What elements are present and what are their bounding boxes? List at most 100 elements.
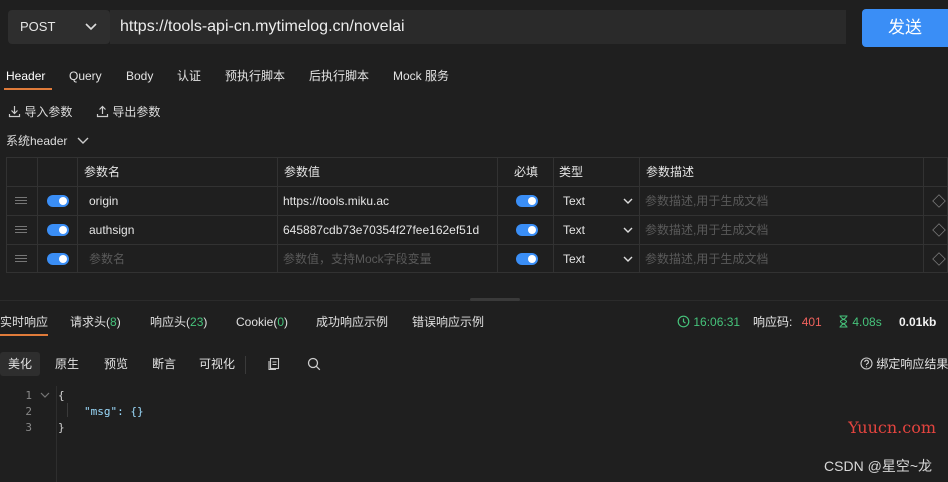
- status-code: 响应码: 401: [753, 312, 822, 332]
- chevron-down-icon: [623, 227, 633, 233]
- tab-pre-script[interactable]: 预执行脚本: [225, 64, 285, 88]
- type-select[interactable]: Text: [563, 187, 635, 215]
- code-line: }: [58, 421, 65, 434]
- request-headers-count: 8: [110, 315, 117, 329]
- response-headers-count: 23: [190, 315, 204, 329]
- request-tabs: Header Query Body 认证 预执行脚本 后执行脚本 Mock 服务: [0, 64, 948, 92]
- required-toggle[interactable]: [516, 253, 538, 265]
- tab-mock[interactable]: Mock 服务: [393, 64, 449, 88]
- copy-icon[interactable]: [267, 357, 281, 371]
- enable-toggle[interactable]: [47, 195, 69, 207]
- chevron-down-icon: [84, 10, 98, 44]
- tab-response-headers[interactable]: 响应头(23): [150, 312, 207, 332]
- chevron-down-icon: [623, 256, 633, 262]
- send-button[interactable]: 发送: [862, 9, 948, 47]
- tab-body[interactable]: Body: [126, 64, 153, 88]
- line-gutter: 1 2 3: [0, 386, 57, 482]
- tab-cookie-label: Cookie: [236, 315, 274, 329]
- param-value[interactable]: https://tools.miku.ac: [283, 187, 495, 215]
- drag-handle-icon[interactable]: [15, 195, 27, 207]
- param-name[interactable]: origin: [89, 187, 274, 215]
- active-tab-indicator: [4, 88, 52, 90]
- response-duration: 4.08s: [838, 312, 882, 332]
- import-params-label: 导入参数: [24, 105, 73, 119]
- param-name[interactable]: authsign: [89, 216, 274, 244]
- resize-handle[interactable]: [470, 298, 520, 301]
- type-select[interactable]: Text: [563, 245, 635, 273]
- view-raw[interactable]: 原生: [47, 352, 87, 376]
- divider: [245, 356, 246, 374]
- download-icon: [8, 106, 21, 118]
- enable-toggle[interactable]: [47, 253, 69, 265]
- tab-auth[interactable]: 认证: [177, 64, 201, 88]
- param-desc[interactable]: 参数描述,用于生成文档: [645, 187, 915, 215]
- type-select[interactable]: Text: [563, 216, 635, 244]
- view-preview[interactable]: 预览: [96, 352, 136, 376]
- tab-query[interactable]: Query: [69, 64, 102, 88]
- url-input[interactable]: https://tools-api-cn.mytimelog.cn/novela…: [110, 10, 846, 44]
- bind-response-button[interactable]: 绑定响应结果: [860, 352, 948, 376]
- response-time: 16:06:31: [677, 312, 740, 332]
- type-select-label: Text: [563, 194, 586, 208]
- code-line: {: [58, 389, 65, 402]
- view-assert[interactable]: 断言: [144, 352, 184, 376]
- clock-icon: [677, 315, 690, 328]
- param-name-input[interactable]: 参数名: [89, 245, 274, 273]
- type-select-label: Text: [563, 252, 586, 266]
- tab-post-script[interactable]: 后执行脚本: [309, 64, 369, 88]
- tab-error-example[interactable]: 错误响应示例: [412, 312, 484, 332]
- enable-toggle[interactable]: [47, 224, 69, 236]
- table-row: 参数名 参数值，支持Mock字段变量 Text 参数描述,用于生成文档: [7, 245, 948, 274]
- cube-icon[interactable]: [932, 223, 946, 237]
- tab-success-example[interactable]: 成功响应示例: [316, 312, 388, 332]
- tab-cookie[interactable]: Cookie(0): [236, 312, 288, 332]
- table-header-row: 参数名 参数值 必填 类型 参数描述: [7, 158, 948, 187]
- system-header-toggle[interactable]: 系统header: [6, 130, 89, 152]
- method-select[interactable]: POST: [8, 10, 110, 44]
- table-row: origin https://tools.miku.ac Text 参数描述,用…: [7, 187, 948, 216]
- request-bar: POST https://tools-api-cn.mytimelog.cn/n…: [0, 0, 948, 56]
- bind-response-label: 绑定响应结果: [876, 357, 948, 371]
- import-params-button[interactable]: 导入参数: [8, 100, 72, 124]
- response-time-value: 16:06:31: [693, 315, 741, 329]
- table-row: authsign 645887cdb73e70354f27fee162ef51d…: [7, 216, 948, 245]
- param-value-input[interactable]: 参数值，支持Mock字段变量: [283, 245, 495, 273]
- cube-icon[interactable]: [932, 194, 946, 208]
- line-number: 3: [25, 421, 32, 434]
- view-mode-bar: 美化 原生 预览 断言 可视化 绑定响应结果: [0, 352, 948, 378]
- required-toggle[interactable]: [516, 195, 538, 207]
- tab-request-headers-label: 请求头: [70, 315, 107, 329]
- required-toggle[interactable]: [516, 224, 538, 236]
- chevron-down-icon: [623, 198, 633, 204]
- status-code-value: 401: [801, 315, 822, 329]
- param-desc[interactable]: 参数描述,用于生成文档: [645, 245, 915, 273]
- view-pretty[interactable]: 美化: [0, 352, 41, 376]
- fold-chevron-icon[interactable]: [40, 392, 50, 400]
- tab-request-headers[interactable]: 请求头(8): [70, 312, 121, 332]
- watermark-author: CSDN @星空~龙: [824, 458, 932, 474]
- help-icon: [860, 357, 873, 370]
- status-code-label: 响应码:: [753, 315, 793, 329]
- cube-icon[interactable]: [932, 252, 946, 266]
- search-icon[interactable]: [307, 357, 321, 371]
- param-desc[interactable]: 参数描述,用于生成文档: [645, 216, 915, 244]
- view-visualize[interactable]: 可视化: [191, 352, 243, 376]
- param-value[interactable]: 645887cdb73e70354f27fee162ef51d: [283, 216, 495, 244]
- col-header-required: 必填: [514, 165, 539, 179]
- type-select-label: Text: [563, 223, 586, 237]
- col-header-value: 参数值: [284, 165, 321, 179]
- col-header-type: 类型: [559, 165, 584, 179]
- drag-handle-icon[interactable]: [15, 253, 27, 265]
- response-size: 0.01kb: [899, 315, 937, 329]
- params-table: 参数名 参数值 必填 类型 参数描述 origin https://tools.…: [6, 157, 948, 273]
- export-params-button[interactable]: 导出参数: [96, 100, 160, 124]
- tab-header[interactable]: Header: [6, 64, 45, 88]
- indent-guide: [67, 403, 68, 417]
- drag-handle-icon[interactable]: [15, 224, 27, 236]
- tab-realtime-response[interactable]: 实时响应: [0, 312, 48, 332]
- col-header-name: 参数名: [84, 165, 121, 179]
- system-header-label: 系统header: [6, 134, 68, 148]
- line-number: 1: [25, 389, 32, 402]
- hourglass-icon: [839, 315, 848, 328]
- response-editor[interactable]: 1 2 3 { "msg": {} }: [0, 386, 948, 482]
